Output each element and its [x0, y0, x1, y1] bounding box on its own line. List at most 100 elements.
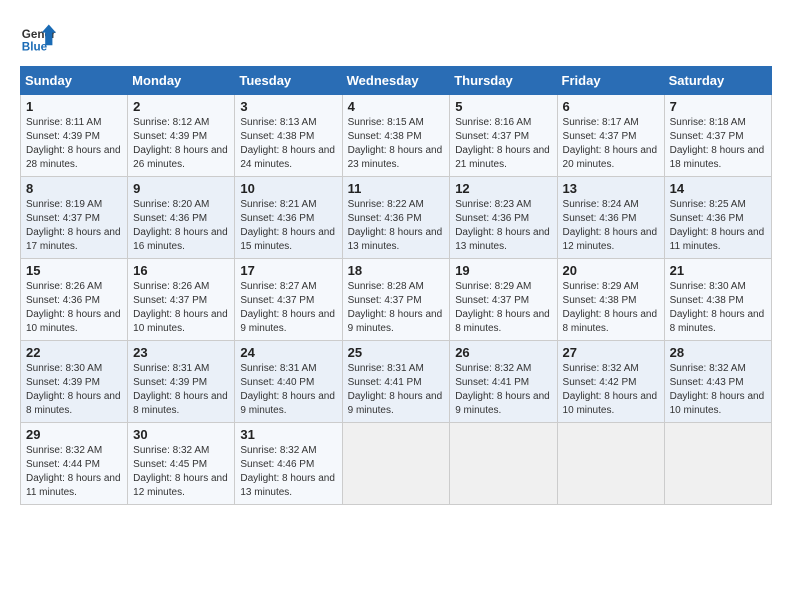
- calendar-cell: 25 Sunrise: 8:31 AM Sunset: 4:41 PM Dayl…: [342, 341, 450, 423]
- calendar-cell: 4 Sunrise: 8:15 AM Sunset: 4:38 PM Dayli…: [342, 95, 450, 177]
- calendar-cell: 20 Sunrise: 8:29 AM Sunset: 4:38 PM Dayl…: [557, 259, 664, 341]
- calendar-cell: [664, 423, 771, 505]
- calendar-cell: 18 Sunrise: 8:28 AM Sunset: 4:37 PM Dayl…: [342, 259, 450, 341]
- page-header: General Blue: [20, 20, 772, 56]
- day-number: 17: [240, 263, 336, 278]
- day-number: 22: [26, 345, 122, 360]
- calendar-cell: 28 Sunrise: 8:32 AM Sunset: 4:43 PM Dayl…: [664, 341, 771, 423]
- day-number: 28: [670, 345, 766, 360]
- calendar-cell: 23 Sunrise: 8:31 AM Sunset: 4:39 PM Dayl…: [128, 341, 235, 423]
- day-info: Sunrise: 8:18 AM Sunset: 4:37 PM Dayligh…: [670, 116, 766, 172]
- weekday-header-wednesday: Wednesday: [342, 67, 450, 95]
- calendar-table: SundayMondayTuesdayWednesdayThursdayFrid…: [20, 66, 772, 505]
- day-number: 4: [348, 99, 445, 114]
- calendar-cell: 1 Sunrise: 8:11 AM Sunset: 4:39 PM Dayli…: [21, 95, 128, 177]
- day-info: Sunrise: 8:25 AM Sunset: 4:36 PM Dayligh…: [670, 198, 766, 254]
- day-info: Sunrise: 8:24 AM Sunset: 4:36 PM Dayligh…: [563, 198, 659, 254]
- day-number: 21: [670, 263, 766, 278]
- day-number: 20: [563, 263, 659, 278]
- day-number: 24: [240, 345, 336, 360]
- day-number: 3: [240, 99, 336, 114]
- calendar-cell: 8 Sunrise: 8:19 AM Sunset: 4:37 PM Dayli…: [21, 177, 128, 259]
- calendar-cell: 30 Sunrise: 8:32 AM Sunset: 4:45 PM Dayl…: [128, 423, 235, 505]
- calendar-cell: 14 Sunrise: 8:25 AM Sunset: 4:36 PM Dayl…: [664, 177, 771, 259]
- calendar-cell: 11 Sunrise: 8:22 AM Sunset: 4:36 PM Dayl…: [342, 177, 450, 259]
- day-info: Sunrise: 8:32 AM Sunset: 4:45 PM Dayligh…: [133, 444, 229, 500]
- weekday-header-sunday: Sunday: [21, 67, 128, 95]
- day-info: Sunrise: 8:11 AM Sunset: 4:39 PM Dayligh…: [26, 116, 122, 172]
- weekday-header-friday: Friday: [557, 67, 664, 95]
- day-info: Sunrise: 8:32 AM Sunset: 4:44 PM Dayligh…: [26, 444, 122, 500]
- logo: General Blue: [20, 20, 56, 56]
- day-number: 29: [26, 427, 122, 442]
- calendar-cell: 29 Sunrise: 8:32 AM Sunset: 4:44 PM Dayl…: [21, 423, 128, 505]
- day-number: 9: [133, 181, 229, 196]
- day-number: 26: [455, 345, 551, 360]
- day-number: 16: [133, 263, 229, 278]
- calendar-cell: [557, 423, 664, 505]
- weekday-header-tuesday: Tuesday: [235, 67, 342, 95]
- day-number: 25: [348, 345, 445, 360]
- day-info: Sunrise: 8:32 AM Sunset: 4:42 PM Dayligh…: [563, 362, 659, 418]
- day-info: Sunrise: 8:22 AM Sunset: 4:36 PM Dayligh…: [348, 198, 445, 254]
- day-info: Sunrise: 8:30 AM Sunset: 4:38 PM Dayligh…: [670, 280, 766, 336]
- day-number: 2: [133, 99, 229, 114]
- calendar-cell: 26 Sunrise: 8:32 AM Sunset: 4:41 PM Dayl…: [450, 341, 557, 423]
- logo-icon: General Blue: [20, 20, 56, 56]
- day-info: Sunrise: 8:17 AM Sunset: 4:37 PM Dayligh…: [563, 116, 659, 172]
- day-info: Sunrise: 8:21 AM Sunset: 4:36 PM Dayligh…: [240, 198, 336, 254]
- day-info: Sunrise: 8:26 AM Sunset: 4:36 PM Dayligh…: [26, 280, 122, 336]
- day-info: Sunrise: 8:23 AM Sunset: 4:36 PM Dayligh…: [455, 198, 551, 254]
- day-number: 10: [240, 181, 336, 196]
- day-number: 11: [348, 181, 445, 196]
- day-number: 13: [563, 181, 659, 196]
- day-number: 15: [26, 263, 122, 278]
- day-info: Sunrise: 8:32 AM Sunset: 4:41 PM Dayligh…: [455, 362, 551, 418]
- calendar-cell: 19 Sunrise: 8:29 AM Sunset: 4:37 PM Dayl…: [450, 259, 557, 341]
- calendar-cell: 7 Sunrise: 8:18 AM Sunset: 4:37 PM Dayli…: [664, 95, 771, 177]
- calendar-cell: 31 Sunrise: 8:32 AM Sunset: 4:46 PM Dayl…: [235, 423, 342, 505]
- day-number: 18: [348, 263, 445, 278]
- day-info: Sunrise: 8:12 AM Sunset: 4:39 PM Dayligh…: [133, 116, 229, 172]
- day-info: Sunrise: 8:15 AM Sunset: 4:38 PM Dayligh…: [348, 116, 445, 172]
- calendar-cell: 27 Sunrise: 8:32 AM Sunset: 4:42 PM Dayl…: [557, 341, 664, 423]
- day-info: Sunrise: 8:19 AM Sunset: 4:37 PM Dayligh…: [26, 198, 122, 254]
- weekday-header-saturday: Saturday: [664, 67, 771, 95]
- day-info: Sunrise: 8:26 AM Sunset: 4:37 PM Dayligh…: [133, 280, 229, 336]
- calendar-cell: [342, 423, 450, 505]
- day-number: 19: [455, 263, 551, 278]
- day-number: 23: [133, 345, 229, 360]
- calendar-cell: 22 Sunrise: 8:30 AM Sunset: 4:39 PM Dayl…: [21, 341, 128, 423]
- day-number: 31: [240, 427, 336, 442]
- day-info: Sunrise: 8:31 AM Sunset: 4:40 PM Dayligh…: [240, 362, 336, 418]
- day-info: Sunrise: 8:29 AM Sunset: 4:37 PM Dayligh…: [455, 280, 551, 336]
- calendar-cell: [450, 423, 557, 505]
- day-info: Sunrise: 8:29 AM Sunset: 4:38 PM Dayligh…: [563, 280, 659, 336]
- day-number: 12: [455, 181, 551, 196]
- calendar-cell: 9 Sunrise: 8:20 AM Sunset: 4:36 PM Dayli…: [128, 177, 235, 259]
- calendar-cell: 17 Sunrise: 8:27 AM Sunset: 4:37 PM Dayl…: [235, 259, 342, 341]
- day-number: 8: [26, 181, 122, 196]
- calendar-cell: 6 Sunrise: 8:17 AM Sunset: 4:37 PM Dayli…: [557, 95, 664, 177]
- day-info: Sunrise: 8:31 AM Sunset: 4:41 PM Dayligh…: [348, 362, 445, 418]
- day-number: 5: [455, 99, 551, 114]
- day-number: 27: [563, 345, 659, 360]
- day-info: Sunrise: 8:20 AM Sunset: 4:36 PM Dayligh…: [133, 198, 229, 254]
- day-info: Sunrise: 8:32 AM Sunset: 4:43 PM Dayligh…: [670, 362, 766, 418]
- weekday-header-monday: Monday: [128, 67, 235, 95]
- day-number: 1: [26, 99, 122, 114]
- day-info: Sunrise: 8:28 AM Sunset: 4:37 PM Dayligh…: [348, 280, 445, 336]
- calendar-cell: 12 Sunrise: 8:23 AM Sunset: 4:36 PM Dayl…: [450, 177, 557, 259]
- calendar-cell: 16 Sunrise: 8:26 AM Sunset: 4:37 PM Dayl…: [128, 259, 235, 341]
- day-info: Sunrise: 8:31 AM Sunset: 4:39 PM Dayligh…: [133, 362, 229, 418]
- svg-text:Blue: Blue: [22, 41, 48, 54]
- calendar-cell: 3 Sunrise: 8:13 AM Sunset: 4:38 PM Dayli…: [235, 95, 342, 177]
- day-number: 7: [670, 99, 766, 114]
- calendar-cell: 24 Sunrise: 8:31 AM Sunset: 4:40 PM Dayl…: [235, 341, 342, 423]
- day-number: 6: [563, 99, 659, 114]
- day-number: 14: [670, 181, 766, 196]
- calendar-cell: 2 Sunrise: 8:12 AM Sunset: 4:39 PM Dayli…: [128, 95, 235, 177]
- day-info: Sunrise: 8:27 AM Sunset: 4:37 PM Dayligh…: [240, 280, 336, 336]
- day-info: Sunrise: 8:13 AM Sunset: 4:38 PM Dayligh…: [240, 116, 336, 172]
- calendar-cell: 5 Sunrise: 8:16 AM Sunset: 4:37 PM Dayli…: [450, 95, 557, 177]
